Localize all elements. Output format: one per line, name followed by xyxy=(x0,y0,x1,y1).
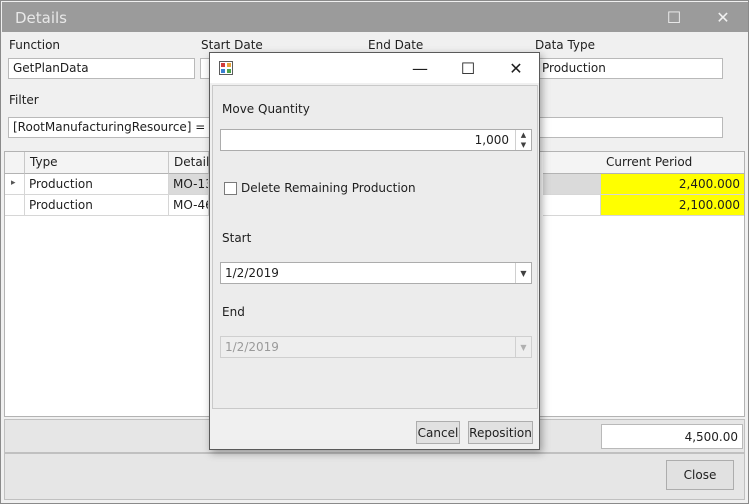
move-quantity-dialog: — ☐ ✕ Move Quantity 1,000 ▲ ▼ Delete Rem… xyxy=(209,52,540,450)
row-header xyxy=(5,195,25,216)
table-cell-current-period[interactable]: 2,400.000 xyxy=(601,174,744,195)
table-cell-details[interactable]: MO-13 xyxy=(169,174,209,195)
column-header-details[interactable]: Details xyxy=(169,152,216,174)
close-icon[interactable]: ✕ xyxy=(493,53,539,83)
close-button[interactable]: Close xyxy=(666,460,734,490)
reposition-button[interactable]: Reposition xyxy=(468,421,533,444)
delete-remaining-checkbox[interactable] xyxy=(224,182,237,195)
table-cell-type[interactable]: Production xyxy=(25,174,169,195)
table-cell-blank[interactable] xyxy=(543,174,601,195)
button-panel: Close xyxy=(4,453,745,500)
move-quantity-value: 1,000 xyxy=(474,133,509,147)
start-date-label: Start Date xyxy=(201,38,263,52)
filter-label: Filter xyxy=(9,93,39,107)
delete-remaining-label[interactable]: Delete Remaining Production xyxy=(241,181,416,195)
move-quantity-label: Move Quantity xyxy=(222,102,310,116)
close-icon[interactable]: ✕ xyxy=(708,3,738,31)
end-date-label: End Date xyxy=(368,38,424,52)
minimize-icon[interactable]: — xyxy=(397,53,443,83)
maximize-icon[interactable]: ☐ xyxy=(659,3,689,31)
data-type-field[interactable]: Production xyxy=(537,58,723,79)
row-header-corner xyxy=(5,152,25,174)
table-cell-type[interactable]: Production xyxy=(25,195,169,216)
app-grid-icon xyxy=(219,61,233,75)
end-date-value: 1/2/2019 xyxy=(225,340,279,354)
window-title: Details xyxy=(15,9,68,27)
chevron-down-icon[interactable]: ▼ xyxy=(515,263,531,283)
row-indicator-icon: ▸ xyxy=(5,174,25,195)
table-cell-current-period[interactable]: 2,100.000 xyxy=(601,195,744,216)
details-title-bar: Details ☐ ✕ xyxy=(2,2,748,32)
chevron-down-icon[interactable]: ▼ xyxy=(516,140,531,150)
cancel-button[interactable]: Cancel xyxy=(416,421,460,444)
total-field[interactable]: 4,500.00 xyxy=(601,424,743,449)
filter-field[interactable]: [RootManufacturingResource] = 'R1' xyxy=(8,117,210,138)
move-quantity-stepper[interactable]: 1,000 ▲ ▼ xyxy=(220,129,532,151)
column-header-blank xyxy=(543,152,601,174)
column-header-type[interactable]: Type xyxy=(25,152,169,174)
table-cell-details[interactable]: MO-46 xyxy=(169,195,209,216)
function-label: Function xyxy=(9,38,61,52)
start-date-combo[interactable]: 1/2/2019 ▼ xyxy=(220,262,532,284)
data-type-label: Data Type xyxy=(535,38,596,52)
end-date-combo: 1/2/2019 ▼ xyxy=(220,336,532,358)
start-date-value: 1/2/2019 xyxy=(225,266,279,280)
chevron-up-icon[interactable]: ▲ xyxy=(516,130,531,140)
dialog-body: Move Quantity 1,000 ▲ ▼ Delete Remaining… xyxy=(212,85,538,409)
chevron-down-icon: ▼ xyxy=(515,337,531,357)
maximize-icon[interactable]: ☐ xyxy=(445,53,491,83)
dialog-title-bar: — ☐ ✕ xyxy=(210,53,539,83)
column-header-current-period[interactable]: Current Period xyxy=(601,152,744,174)
spinner-buttons[interactable]: ▲ ▼ xyxy=(515,130,531,150)
start-label: Start xyxy=(222,231,252,245)
table-cell-blank[interactable] xyxy=(543,195,601,216)
filter-field-extension[interactable] xyxy=(537,117,723,138)
function-field[interactable]: GetPlanData xyxy=(8,58,195,79)
end-label: End xyxy=(222,305,245,319)
